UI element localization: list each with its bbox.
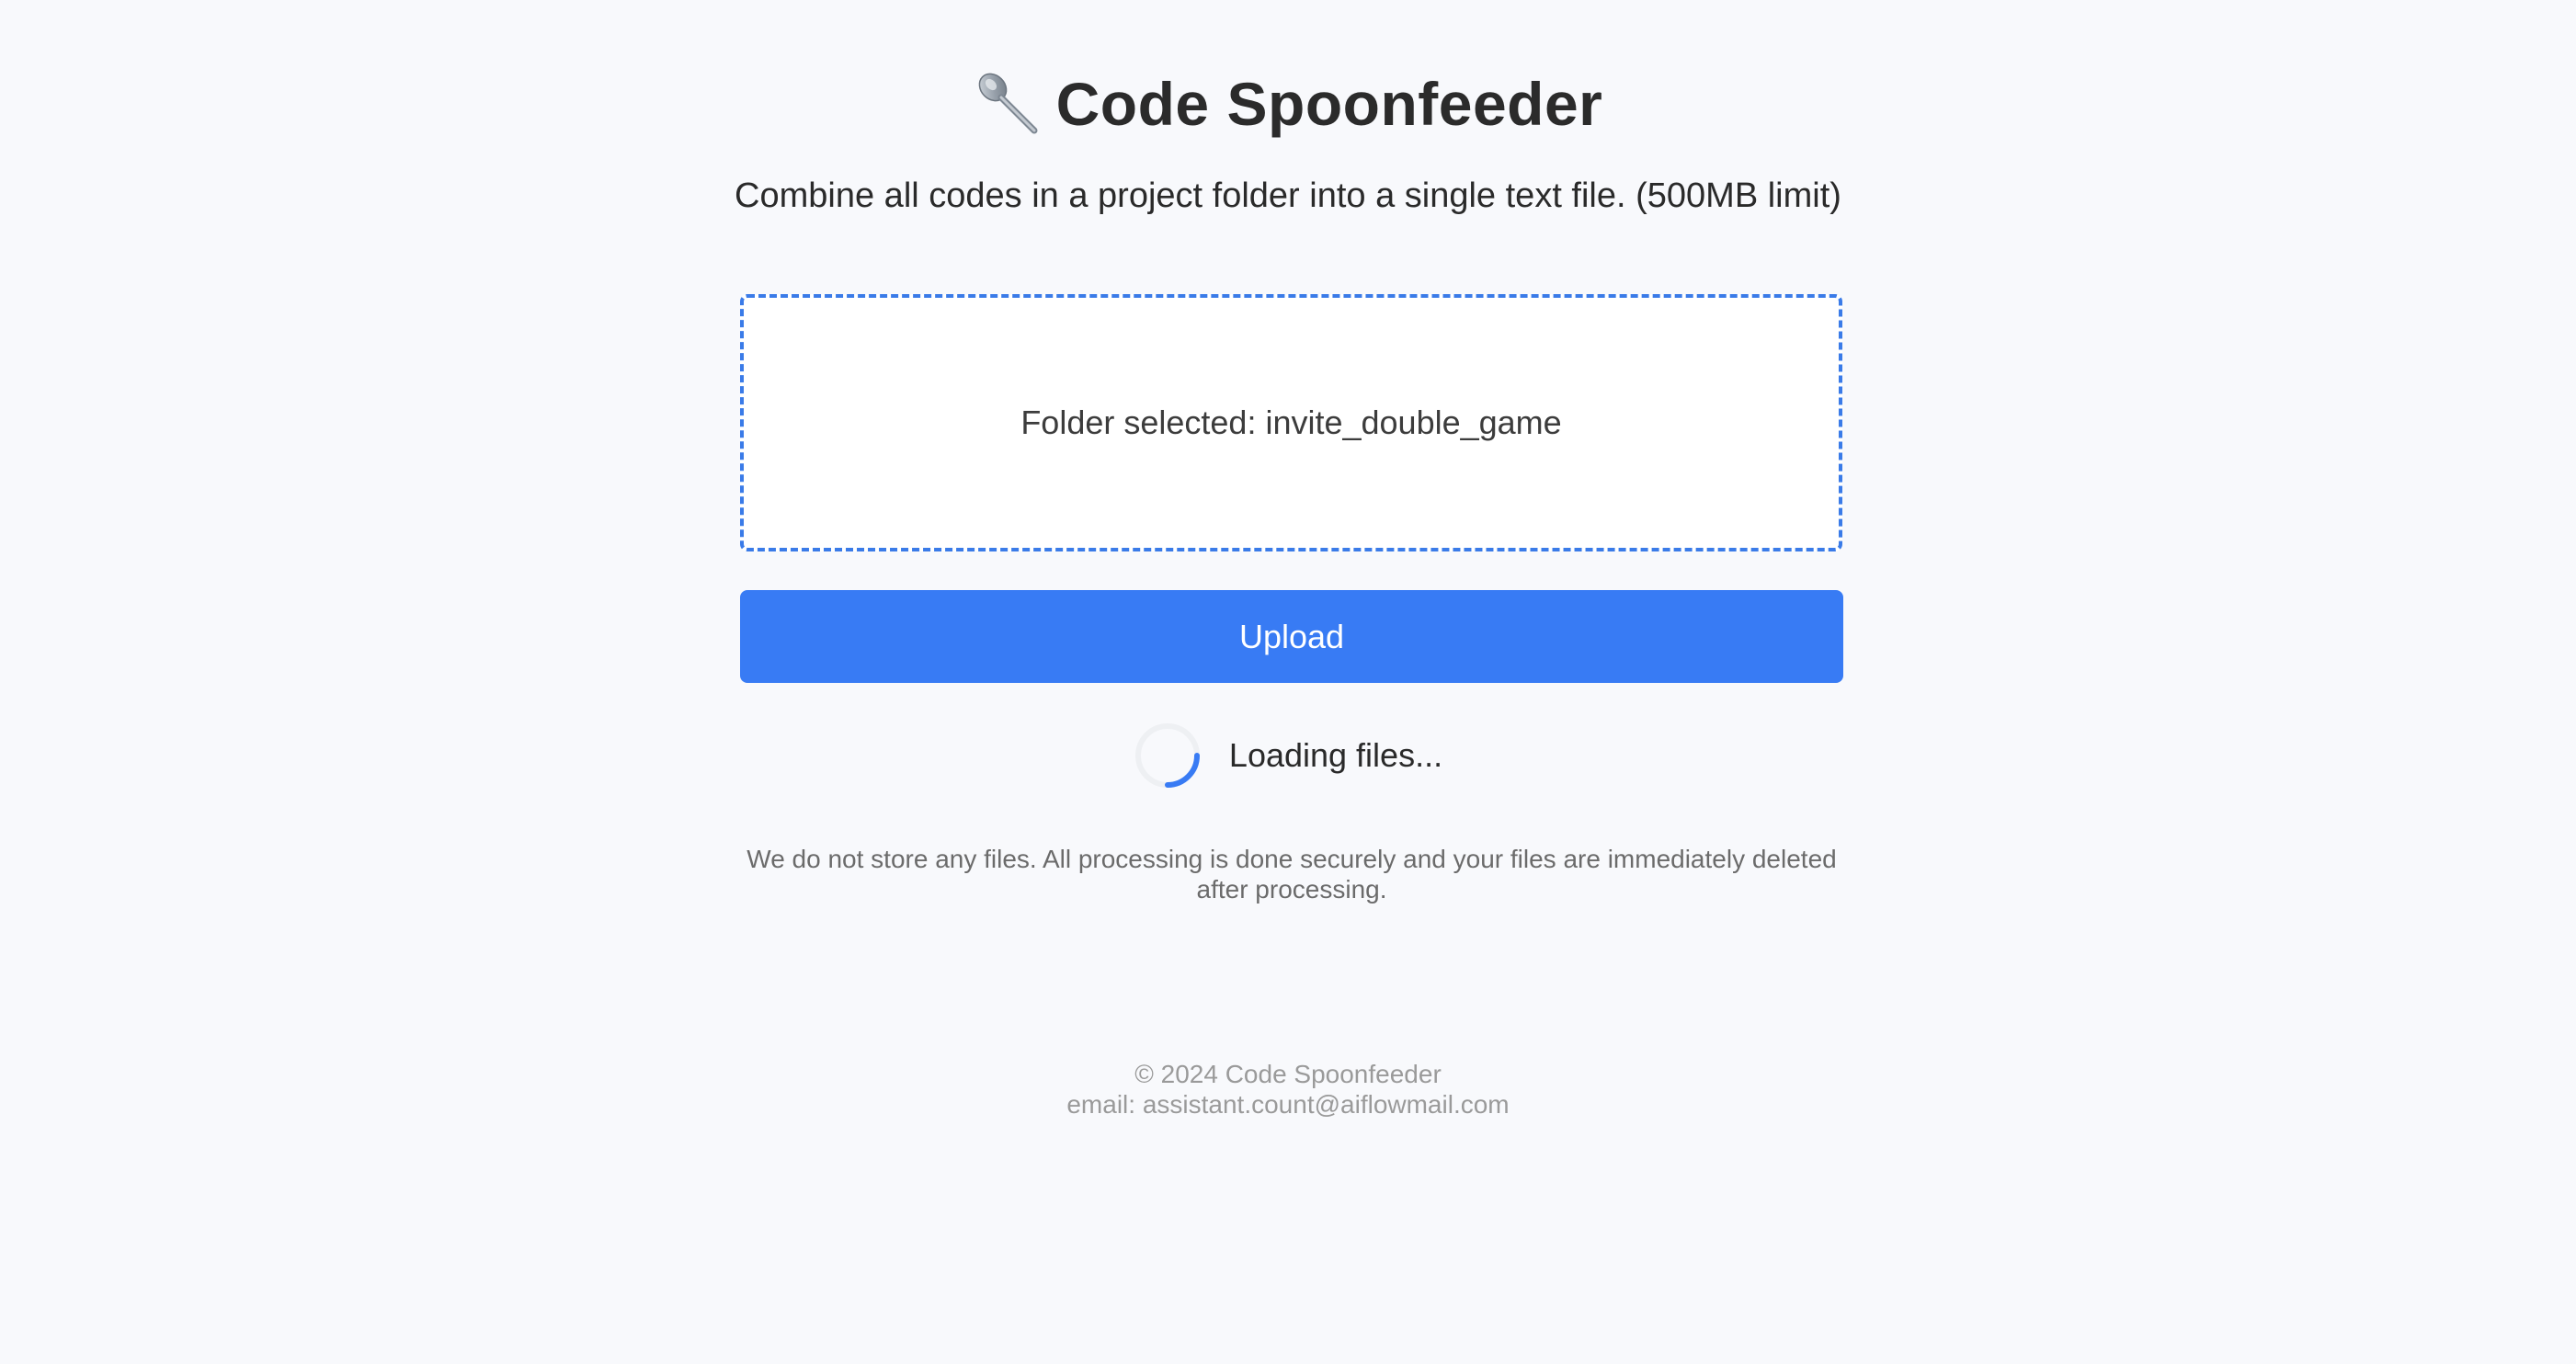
spoon-icon — [974, 70, 1042, 138]
page-subtitle: Combine all codes in a project folder in… — [735, 176, 1841, 215]
folder-dropzone[interactable]: Folder selected: invite_double_game — [740, 294, 1842, 551]
privacy-note: We do not store any files. All processin… — [747, 845, 1837, 904]
app-title: Code Spoonfeeder — [1055, 70, 1603, 138]
loading-text: Loading files... — [1228, 736, 1443, 774]
footer-copyright: © 2024 Code Spoonfeeder — [1134, 1060, 1442, 1088]
folder-selected-text: Folder selected: invite_double_game — [1020, 404, 1562, 441]
footer: © 2024 Code Spoonfeeder email: assistant… — [0, 1059, 2576, 1120]
loading-indicator: Loading files... — [0, 719, 2576, 792]
spinner-icon — [1134, 722, 1202, 790]
upload-button[interactable]: Upload — [740, 590, 1843, 683]
footer-email: email: assistant.count@aiflowmail.com — [1066, 1090, 1510, 1119]
page: Code Spoonfeeder Combine all codes in a … — [0, 0, 2576, 1364]
page-title: Code Spoonfeeder — [0, 63, 2576, 145]
